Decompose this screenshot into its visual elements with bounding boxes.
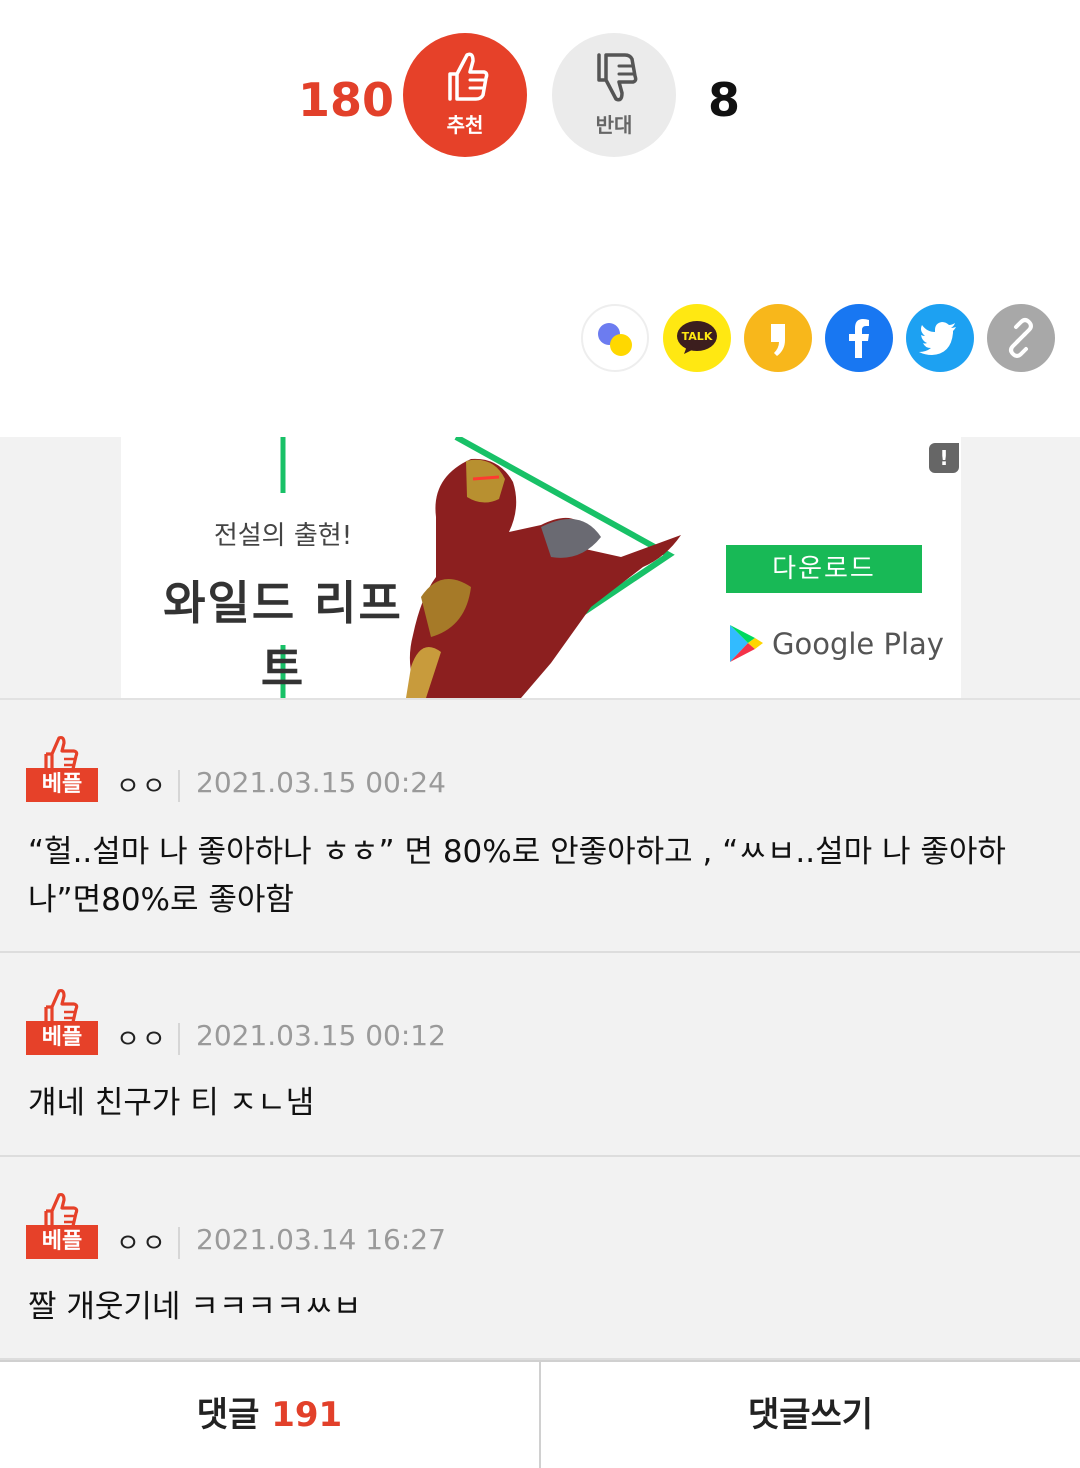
best-comment-badge: 베플 [26,987,98,1055]
share-twitter-button[interactable] [906,304,974,372]
downvote-button[interactable]: 반대 [552,33,676,157]
ad-download-button[interactable]: 다운로드 [726,545,922,593]
comment-date: 2021.03.15 00:12 [196,1019,446,1052]
comment-text: 걔네 친구가 티 ㅈㄴ냄 [28,1085,315,1121]
divider [178,1227,180,1259]
comment-nickname[interactable]: ㅇㅇ [116,766,168,803]
champion-illustration [406,458,681,698]
share-kakaotalk-button[interactable]: TALK [663,304,731,372]
vote-area: 180 추천 반대 8 [0,0,1080,300]
ad-info-icon[interactable]: ! [929,443,959,473]
facebook-icon [849,319,869,358]
band-icon [598,323,632,356]
thumbs-down-icon [597,53,638,102]
best-comment-badge: 베플 [26,734,98,802]
comment-date: 2021.03.15 00:24 [196,766,446,799]
comment-list: 베플 ㅇㅇ 2021.03.15 00:24 “헐..설마 나 좋아하나 ㅎㅎ”… [0,700,1080,1360]
comment-item: 베플 ㅇㅇ 2021.03.15 00:12 걔네 친구가 티 ㅈㄴ냄 [0,953,1080,1157]
ad-banner-area: 전설의 출현! 와일드 리프트 다운로드 Google Play ! [0,437,1080,700]
comment-item: 베플 ㅇㅇ 2021.03.14 16:27 짤 개웃기네 ㅋㅋㅋㅋㅆㅂ [0,1157,1080,1360]
kakaotalk-icon: TALK [677,321,717,354]
google-play-icon [730,625,763,662]
divider [178,770,180,802]
comment-nickname[interactable]: ㅇㅇ [116,1019,168,1056]
share-band-button[interactable] [581,304,649,372]
comment-text: 짤 개웃기네 ㅋㅋㅋㅋㅆㅂ [28,1289,362,1325]
comments-label: 댓글 [196,1395,260,1435]
upvote-button[interactable]: 추천 [403,33,527,157]
ad-title: 와일드 리프트 [163,576,403,696]
google-play-badge[interactable]: Google Play [726,621,944,667]
upvote-count: 180 [298,73,395,127]
ad-subtitle: 전설의 출현! [213,521,353,551]
downvote-label: 반대 [595,113,633,137]
kakaotalk-label: TALK [682,330,713,343]
comment-item: 베플 ㅇㅇ 2021.03.15 00:24 “헐..설마 나 좋아하나 ㅎㅎ”… [0,700,1080,953]
comment-text: “헐..설마 나 좋아하나 ㅎㅎ” 면 80%로 안좋아하고 , “ㅆㅂ..설마… [28,834,1006,918]
link-icon [1009,318,1033,358]
comments-count: 191 [271,1395,343,1435]
share-link-button[interactable] [987,304,1055,372]
best-comment-badge: 베플 [26,1191,98,1259]
share-kakaostory-button[interactable] [744,304,812,372]
view-comments-button[interactable]: 댓글 191 [0,1362,541,1468]
best-comment-tag: 베플 [26,768,98,802]
twitter-icon [919,322,956,355]
downvote-count: 8 [708,73,741,127]
divider [178,1023,180,1055]
google-play-label: Google Play [772,627,944,661]
bottom-bar: 댓글 191 댓글쓰기 [0,1360,1080,1468]
write-comment-button[interactable]: 댓글쓰기 [541,1362,1080,1468]
thumbs-up-icon [448,52,489,101]
comment-nickname[interactable]: ㅇㅇ [116,1223,168,1260]
kakaostory-icon [771,324,785,356]
ad-banner[interactable]: 전설의 출현! 와일드 리프트 다운로드 Google Play ! [121,437,961,698]
upvote-label: 추천 [446,113,484,137]
best-comment-tag: 베플 [26,1225,98,1259]
comment-date: 2021.03.14 16:27 [196,1223,446,1256]
share-facebook-button[interactable] [825,304,893,372]
best-comment-tag: 베플 [26,1021,98,1055]
